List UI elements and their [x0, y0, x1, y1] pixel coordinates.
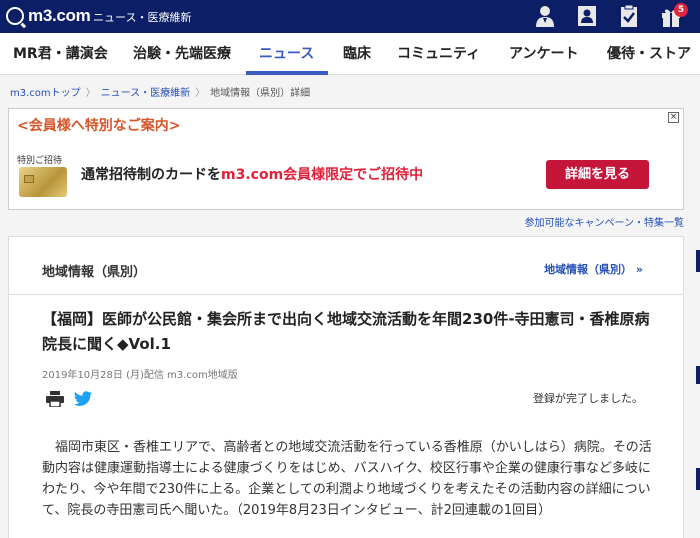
breadcrumb-top[interactable]: m3.comトップ — [10, 88, 81, 99]
close-icon[interactable]: × — [668, 112, 679, 123]
logo-q-icon — [6, 7, 24, 25]
clipboard-check-icon[interactable] — [618, 4, 640, 28]
promo-text-main: 通常招待制のカードを — [81, 167, 221, 183]
section-name[interactable]: ニュース・医療維新 — [93, 9, 191, 25]
nav-clinical[interactable]: 臨床 — [343, 33, 371, 75]
chevron-right-icon: 〉 — [85, 88, 96, 99]
promo-invite-label: 特別ご招待 — [17, 156, 63, 166]
print-icon[interactable] — [45, 391, 65, 408]
breadcrumb-current: 地域情報（県別）詳細 — [210, 88, 311, 99]
nav-clinical-trials[interactable]: 治験・先端医療 — [133, 33, 231, 75]
breadcrumb-news[interactable]: ニュース・医療維新 — [101, 88, 191, 99]
doctor-icon[interactable] — [534, 4, 556, 28]
side-tab-marker — [696, 366, 700, 384]
nav-mr-kun[interactable]: MR君・講演会 — [13, 33, 108, 75]
campaign-list-link[interactable]: 参加可能なキャンペーン・特集一覧 — [525, 214, 685, 229]
promo-title: <会員様へ特別なご案内> — [17, 118, 181, 134]
section-link[interactable]: 地域情報（県別） » — [544, 261, 643, 277]
active-tab-indicator — [246, 71, 328, 75]
article-headline: 【福岡】医師が公民館・集会所まで出向く地域交流活動を年間230件-寺田憲司・香椎… — [42, 310, 650, 353]
promo-text-highlight: m3.com会員様限定でご招待中 — [221, 167, 424, 183]
nav-community[interactable]: コミュニティ — [397, 33, 480, 75]
registration-status: 登録が完了しました。 — [533, 392, 643, 405]
notification-badge: 5 — [674, 3, 688, 17]
promo-message: 通常招待制のカードをm3.com会員様限定でご招待中 — [81, 164, 423, 184]
nav-news[interactable]: ニュース — [259, 33, 314, 75]
nav-store[interactable]: 優待・ストア — [607, 33, 691, 75]
side-tab-marker — [696, 250, 700, 272]
promo-banner: <会員様へ特別なご案内> × 特別ご招待 通常招待制のカードをm3.com会員様… — [8, 108, 684, 210]
chevron-right-icon: 〉 — [195, 88, 206, 99]
logo-text: m3.com — [28, 6, 91, 25]
person-board-icon[interactable] — [576, 4, 598, 28]
breadcrumb: m3.comトップ〉ニュース・医療維新〉地域情報（県別）詳細 — [10, 84, 310, 99]
divider — [9, 294, 683, 295]
top-bar: m3.com ニュース・医療維新 5 — [0, 0, 700, 33]
side-tab-marker — [696, 468, 700, 490]
article-card: 地域情報（県別） 地域情報（県別） » 【福岡】医師が公民館・集会所まで出向く地… — [8, 236, 684, 538]
main-nav: MR君・講演会 治験・先端医療 ニュース 臨床 コミュニティ アンケート 優待・… — [0, 33, 700, 75]
twitter-icon[interactable] — [73, 391, 93, 407]
article-body: 福岡市東区・香椎エリアで、高齢者との地域交流活動を行っている香椎原（かいしはら）… — [42, 440, 652, 518]
article-meta: 2019年10月28日 (月)配信 m3.com地域版 — [42, 370, 238, 381]
m3-logo[interactable]: m3.com — [6, 6, 91, 26]
gift-icon[interactable]: 5 — [660, 3, 688, 28]
nav-survey[interactable]: アンケート — [509, 33, 578, 75]
details-button[interactable]: 詳細を見る — [546, 160, 649, 189]
gold-card-image — [19, 167, 67, 197]
section-title: 地域情報（県別） — [42, 265, 147, 280]
